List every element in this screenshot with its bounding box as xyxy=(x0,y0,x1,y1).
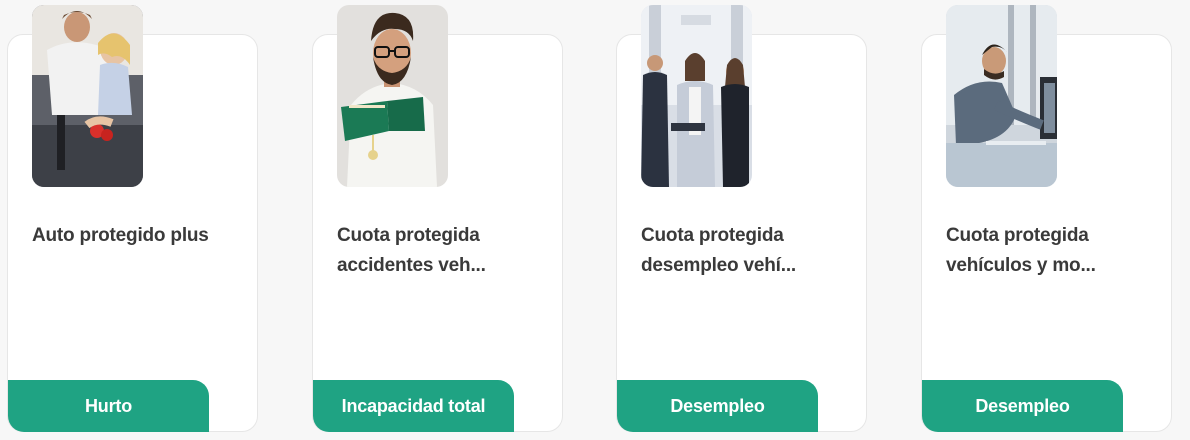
card-title: Cuota protegida desempleo vehí... xyxy=(641,225,796,276)
coverage-tag-button[interactable]: Desempleo xyxy=(617,380,818,432)
product-card[interactable]: Cuota protegida desempleo vehí... Desempl… xyxy=(616,5,867,432)
coverage-tag-button[interactable]: Desempleo xyxy=(922,380,1123,432)
product-card[interactable]: Cuota protegida vehículos y mo... Desempl… xyxy=(921,5,1172,432)
card-title: Auto protegido plus xyxy=(32,225,209,246)
business-team-photo xyxy=(641,5,752,187)
card-title: Cuota protegida vehículos y mo... xyxy=(946,225,1096,276)
coverage-tag-button[interactable]: Hurto xyxy=(8,380,209,432)
product-card[interactable]: Auto protegido plus Hurto xyxy=(7,5,258,432)
man-at-computer-photo xyxy=(946,5,1057,187)
coverage-tag-button[interactable]: Incapacidad total xyxy=(313,380,514,432)
product-card[interactable]: Cuota protegida accidentes veh... Incapac… xyxy=(312,5,563,432)
father-daughter-washing-fruit-photo xyxy=(32,5,143,187)
man-reading-book-photo xyxy=(337,5,448,187)
card-title: Cuota protegida accidentes veh... xyxy=(337,225,486,276)
